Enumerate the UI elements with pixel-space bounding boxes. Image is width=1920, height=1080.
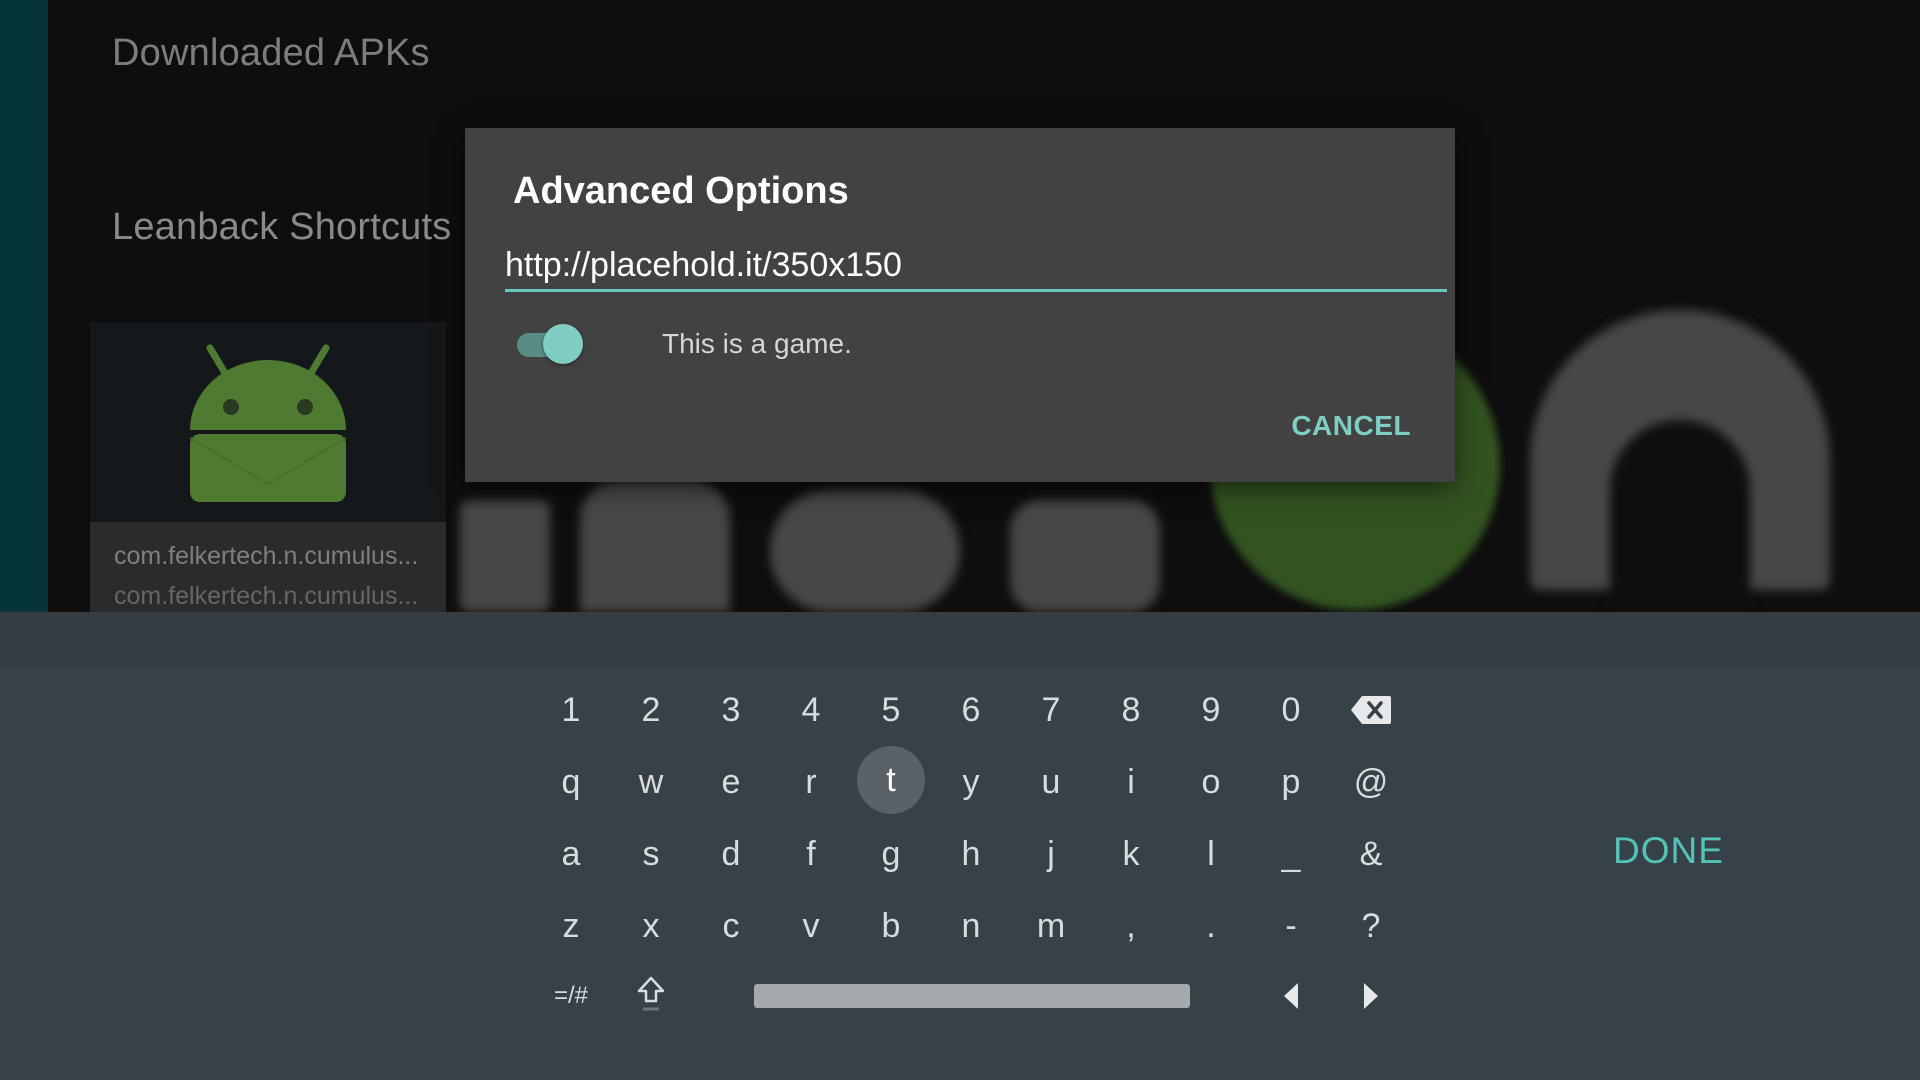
- key-comma[interactable]: ,: [1097, 892, 1165, 960]
- card-title: com.felkertech.n.cumulus...: [114, 542, 419, 570]
- key-5[interactable]: 5: [857, 676, 925, 744]
- space-bar[interactable]: [754, 984, 1190, 1008]
- key-n[interactable]: n: [937, 892, 1005, 960]
- key-d[interactable]: d: [697, 820, 765, 888]
- symbols-key[interactable]: =/#: [537, 962, 605, 1030]
- key-v[interactable]: v: [777, 892, 845, 960]
- arrow-left-icon: [1284, 983, 1298, 1009]
- key-at[interactable]: @: [1337, 748, 1405, 816]
- key-l[interactable]: l: [1177, 820, 1245, 888]
- advanced-options-dialog: Advanced Options This is a game. CANCEL: [465, 128, 1455, 482]
- cursor-left-key[interactable]: [1257, 962, 1325, 1030]
- key-0[interactable]: 0: [1257, 676, 1325, 744]
- key-r[interactable]: r: [777, 748, 845, 816]
- key-c[interactable]: c: [697, 892, 765, 960]
- key-e[interactable]: e: [697, 748, 765, 816]
- shift-key[interactable]: [617, 960, 685, 1028]
- key-period[interactable]: .: [1177, 892, 1245, 960]
- side-rail: [0, 0, 48, 612]
- key-4[interactable]: 4: [777, 676, 845, 744]
- key-m[interactable]: m: [1017, 892, 1085, 960]
- key-y[interactable]: y: [937, 748, 1005, 816]
- key-f[interactable]: f: [777, 820, 845, 888]
- key-t[interactable]: t: [857, 746, 925, 814]
- toggle-label: This is a game.: [662, 328, 852, 359]
- key-k[interactable]: k: [1097, 820, 1165, 888]
- toggle-thumb: [543, 324, 583, 364]
- key-b[interactable]: b: [857, 892, 925, 960]
- key-w[interactable]: w: [617, 748, 685, 816]
- cancel-button[interactable]: CANCEL: [1291, 410, 1411, 442]
- key-u[interactable]: u: [1017, 748, 1085, 816]
- key-2[interactable]: 2: [617, 676, 685, 744]
- key-j[interactable]: j: [1017, 820, 1085, 888]
- cursor-right-key[interactable]: [1337, 962, 1405, 1030]
- shift-icon: [637, 976, 665, 1011]
- key-question[interactable]: ?: [1337, 892, 1405, 960]
- arrow-right-icon: [1364, 983, 1378, 1009]
- card-subtitle: com.felkertech.n.cumulus...: [114, 582, 419, 610]
- card-info: com.felkertech.n.cumulus... com.felkerte…: [90, 522, 446, 612]
- game-toggle[interactable]: [517, 324, 587, 364]
- app-card[interactable]: com.felkertech.n.cumulus... com.felkerte…: [90, 322, 446, 612]
- key-x[interactable]: x: [617, 892, 685, 960]
- screen: Downloaded APKs Leanback Shortcuts com.f…: [0, 0, 1920, 1080]
- key-ampersand[interactable]: &: [1337, 820, 1405, 888]
- done-button[interactable]: DONE: [1613, 830, 1724, 872]
- key-dash[interactable]: -: [1257, 892, 1325, 960]
- backspace-key[interactable]: [1337, 676, 1405, 744]
- android-icon: [189, 344, 347, 502]
- key-p[interactable]: p: [1257, 748, 1325, 816]
- key-9[interactable]: 9: [1177, 676, 1245, 744]
- row-title-leanback-shortcuts: Leanback Shortcuts: [112, 206, 452, 248]
- key-i[interactable]: i: [1097, 748, 1165, 816]
- keyboard-suggestion-strip: [0, 612, 1920, 668]
- key-o[interactable]: o: [1177, 748, 1245, 816]
- row-title-downloaded-apks: Downloaded APKs: [112, 32, 430, 74]
- key-1[interactable]: 1: [537, 676, 605, 744]
- dialog-title: Advanced Options: [513, 170, 849, 212]
- key-7[interactable]: 7: [1017, 676, 1085, 744]
- key-z[interactable]: z: [537, 892, 605, 960]
- key-g[interactable]: g: [857, 820, 925, 888]
- key-h[interactable]: h: [937, 820, 1005, 888]
- key-q[interactable]: q: [537, 748, 605, 816]
- key-3[interactable]: 3: [697, 676, 765, 744]
- url-input[interactable]: [505, 246, 1447, 292]
- key-8[interactable]: 8: [1097, 676, 1165, 744]
- key-underscore[interactable]: _: [1257, 820, 1325, 888]
- key-a[interactable]: a: [537, 820, 605, 888]
- card-image: [90, 322, 446, 522]
- key-s[interactable]: s: [617, 820, 685, 888]
- key-6[interactable]: 6: [937, 676, 1005, 744]
- backspace-icon: [1351, 696, 1391, 724]
